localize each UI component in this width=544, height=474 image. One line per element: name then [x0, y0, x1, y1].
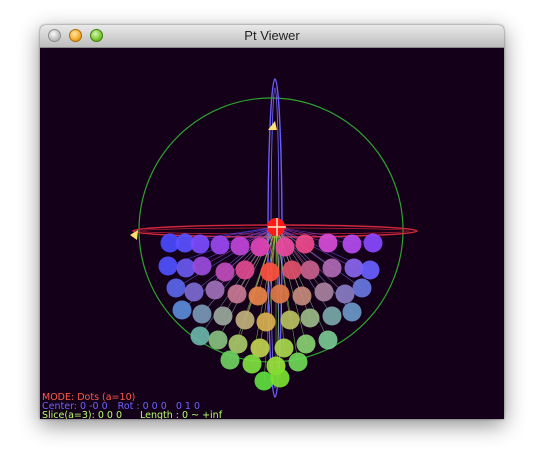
slice-status: Slice(a=3): 0 0 0: [42, 410, 123, 420]
point-dot: [274, 338, 294, 358]
point-dot: [215, 262, 235, 282]
point-dot: [172, 300, 192, 320]
point-dot: [190, 326, 210, 346]
point-dot: [166, 278, 186, 298]
point-dot: [335, 284, 355, 304]
point-cloud-view[interactable]: [40, 48, 504, 419]
point-dot: [363, 233, 383, 253]
point-dot: [242, 354, 262, 374]
point-dot: [295, 234, 315, 254]
point-dot: [300, 260, 320, 280]
point-dot: [360, 260, 380, 280]
point-dot: [230, 236, 250, 256]
point-dot: [275, 237, 295, 257]
point-dot: [292, 286, 312, 306]
point-dot: [270, 368, 290, 388]
viewer-canvas[interactable]: MODE: Dots (a=10) Center: 0 -0 0 Rot : 0 …: [40, 48, 504, 419]
title-bar[interactable]: Pt Viewer: [40, 25, 504, 48]
point-dot: [288, 352, 308, 372]
point-dot: [235, 260, 255, 280]
point-dot: [260, 262, 280, 282]
point-dot: [270, 284, 290, 304]
point-dot: [254, 371, 274, 391]
point-dot: [176, 258, 196, 278]
point-dot: [208, 330, 228, 350]
point-dot: [344, 258, 364, 278]
point-dot: [235, 310, 255, 330]
point-dot: [158, 256, 178, 276]
point-dot: [352, 278, 372, 298]
point-dot: [210, 235, 230, 255]
point-dot: [220, 350, 240, 370]
point-dot: [184, 282, 204, 302]
point-dot: [322, 306, 342, 326]
point-dot: [300, 308, 320, 328]
point-dot: [314, 282, 334, 302]
point-dot: [318, 330, 338, 350]
point-dot: [227, 284, 247, 304]
slice-length-status: Slice(a=3): 0 0 0 Length : 0 ~ +inf: [42, 410, 223, 420]
point-dot: [213, 306, 233, 326]
point-dot: [342, 302, 362, 322]
point-dot: [192, 256, 212, 276]
point-dot: [318, 233, 338, 253]
point-dot: [192, 304, 212, 324]
point-dot: [322, 258, 342, 278]
point-dot: [280, 310, 300, 330]
point-dot: [256, 312, 276, 332]
point-dot: [190, 234, 210, 254]
length-status: Length : 0 ~ +inf: [140, 410, 223, 420]
point-dot: [296, 334, 316, 354]
point-dot: [250, 237, 270, 257]
point-dot: [248, 286, 268, 306]
window-title: Pt Viewer: [244, 28, 300, 43]
point-dot: [205, 280, 225, 300]
pt-viewer-window: Pt Viewer MODE: Dots (a=10) Center: 0 -0…: [40, 25, 504, 419]
point-dot: [282, 260, 302, 280]
point-dot: [342, 234, 362, 254]
